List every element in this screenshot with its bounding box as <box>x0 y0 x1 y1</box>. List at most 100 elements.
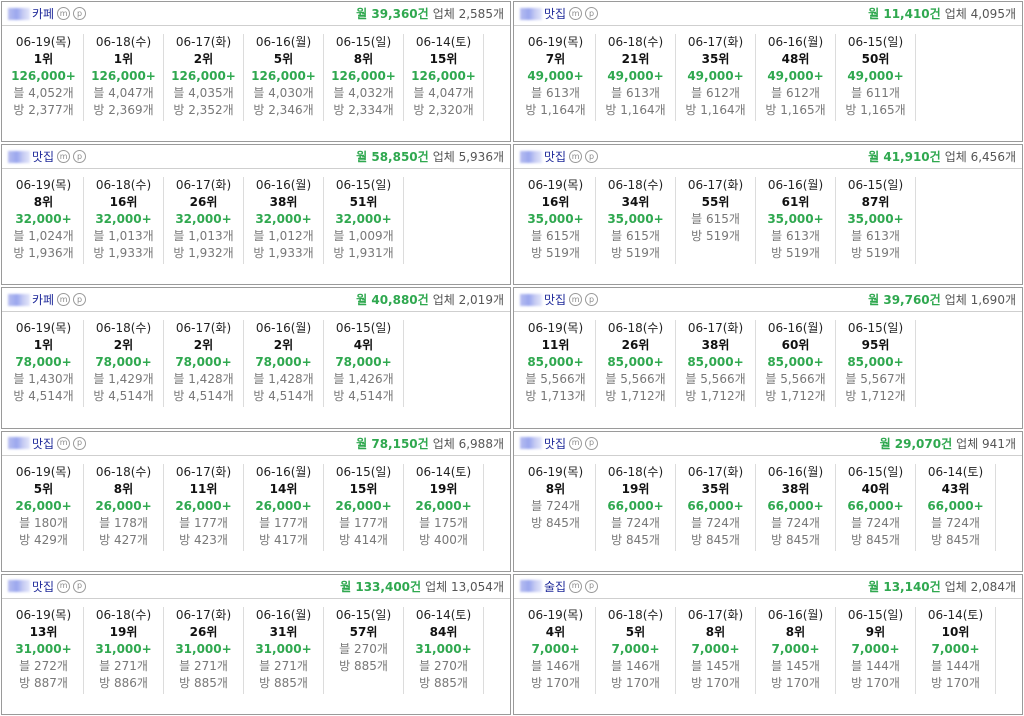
blog-count: 블 146개 <box>611 658 660 673</box>
daily-column: 06-15(일) 9위 7,000+ 블 144개 방 170개 <box>836 606 916 694</box>
daily-column: 06-18(수) 19위 66,000+ 블 724개 방 845개 <box>596 463 676 551</box>
place-card[interactable]: 맛집 m p 월 58,850건 업체 5,936개 06-19(목) 8위 32… <box>1 144 511 286</box>
daily-column: 06-17(화) 8위 7,000+ 블 145개 방 170개 <box>676 606 756 694</box>
daily-column: 06-19(목) 8위 32,000+ 블 1,024개 방 1,936개 <box>4 177 84 265</box>
place-card[interactable]: 맛집 m p 월 133,400건 업체 13,054개 06-19(목) 13위… <box>1 573 511 715</box>
blurred-place-name <box>8 293 30 306</box>
category-label[interactable]: 맛집 <box>544 148 566 165</box>
rank-label: 2위 <box>113 338 134 353</box>
daily-column: 06-18(수) 26위 85,000+ 블 5,566개 방 1,712개 <box>596 320 676 408</box>
price-label: 85,000+ <box>687 355 744 370</box>
blog-count: 블 1,013개 <box>173 229 234 244</box>
blurred-place-name <box>520 293 542 306</box>
daily-column: 06-19(목) 1위 126,000+ 블 4,052개 방 2,377개 <box>4 34 84 121</box>
rank-label: 2위 <box>193 338 214 353</box>
daily-column: 06-19(목) 11위 85,000+ 블 5,566개 방 1,713개 <box>516 320 596 408</box>
mobile-badge-icon[interactable]: m <box>569 436 583 450</box>
category-label[interactable]: 맛집 <box>32 148 54 165</box>
pc-badge-icon[interactable]: p <box>585 436 599 450</box>
pc-badge-icon[interactable]: p <box>73 436 87 450</box>
price-label: 32,000+ <box>95 212 152 227</box>
daily-columns: 06-19(목) 5위 26,000+ 블 180개 방 429개 06-18(… <box>2 456 510 551</box>
pc-badge-icon[interactable]: p <box>585 579 599 593</box>
category-label[interactable]: 카페 <box>32 291 54 308</box>
blog-count: 블 4,047개 <box>93 86 154 100</box>
blog-count: 블 1,012개 <box>253 229 314 244</box>
daily-column: 06-14(토) 15위 126,000+ 블 4,047개 방 2,320개 <box>404 34 484 121</box>
pc-badge-icon[interactable]: p <box>73 150 87 164</box>
date-label: 06-19(목) <box>15 607 72 622</box>
blog-count: 블 1,428개 <box>173 372 234 387</box>
category-label[interactable]: 맛집 <box>544 435 566 452</box>
business-count: 업체 2,585개 <box>432 7 504 21</box>
visitor-count: 방 4,514개 <box>173 389 234 404</box>
mobile-badge-icon[interactable]: m <box>57 150 71 164</box>
visitor-count: 방 1,165개 <box>765 103 826 117</box>
pc-badge-icon[interactable]: p <box>73 579 87 593</box>
mobile-badge-icon[interactable]: m <box>569 7 583 20</box>
place-card[interactable]: 맛집 m p 월 11,410건 업체 4,095개 06-19(목) 7위 49… <box>513 1 1023 143</box>
daily-column: 06-17(화) 38위 85,000+ 블 5,566개 방 1,712개 <box>676 320 756 408</box>
mobile-badge-icon[interactable]: m <box>57 579 71 593</box>
date-label: 06-19(목) <box>527 321 584 336</box>
mobile-badge-icon[interactable]: m <box>569 293 583 307</box>
card-header: 맛집 m p 월 39,760건 업체 1,690개 <box>514 288 1022 313</box>
daily-column: 06-19(목) 4위 7,000+ 블 146개 방 170개 <box>516 606 596 694</box>
pc-badge-icon[interactable]: p <box>585 293 599 307</box>
place-card[interactable]: 맛집 m p 월 39,760건 업체 1,690개 06-19(목) 11위 8… <box>513 287 1023 429</box>
daily-column: 06-17(화) 11위 26,000+ 블 177개 방 423개 <box>164 463 244 551</box>
date-label: 06-19(목) <box>527 464 584 479</box>
price-label: 26,000+ <box>255 498 312 513</box>
mobile-badge-icon[interactable]: m <box>57 7 71 20</box>
price-label: 78,000+ <box>95 355 152 370</box>
place-card[interactable]: 카페 m p 월 40,880건 업체 2,019개 06-19(목) 1위 78… <box>1 287 511 429</box>
daily-column: 06-14(토) 43위 66,000+ 블 724개 방 845개 <box>916 463 996 551</box>
rank-label: 1위 <box>113 52 134 66</box>
visitor-count: 방 427개 <box>99 532 148 547</box>
daily-column: 06-18(수) 5위 7,000+ 블 146개 방 170개 <box>596 606 676 694</box>
date-label: 06-16(월) <box>255 607 312 622</box>
category-label[interactable]: 맛집 <box>544 291 566 308</box>
category-label[interactable]: 술집 <box>544 578 566 595</box>
daily-column: 06-14(토) 10위 7,000+ 블 144개 방 170개 <box>916 606 996 694</box>
visitor-count: 방 1,712개 <box>765 389 826 404</box>
pc-badge-icon[interactable]: p <box>585 7 599 20</box>
visitor-count: 방 170개 <box>931 675 980 690</box>
category-label[interactable]: 맛집 <box>544 5 566 22</box>
visitor-count: 방 885개 <box>339 658 388 673</box>
category-label[interactable]: 맛집 <box>32 435 54 452</box>
category-label[interactable]: 카페 <box>32 5 54 22</box>
visitor-count: 방 414개 <box>339 532 388 547</box>
daily-column: 06-15(일) 40위 66,000+ 블 724개 방 845개 <box>836 463 916 551</box>
price-label: 126,000+ <box>11 69 76 83</box>
mobile-badge-icon[interactable]: m <box>57 436 71 450</box>
place-card[interactable]: 카페 m p 월 39,360건 업체 2,585개 06-19(목) 1위 12… <box>1 1 511 143</box>
card-header: 술집 m p 월 13,140건 업체 2,084개 <box>514 574 1022 599</box>
visitor-count: 방 4,514개 <box>253 389 314 404</box>
place-card[interactable]: 술집 m p 월 13,140건 업체 2,084개 06-19(목) 4위 7,… <box>513 573 1023 715</box>
card-header: 카페 m p 월 40,880건 업체 2,019개 <box>2 288 510 313</box>
mobile-badge-icon[interactable]: m <box>569 150 583 164</box>
place-card[interactable]: 맛집 m p 월 41,910건 업체 6,456개 06-19(목) 16위 3… <box>513 144 1023 286</box>
date-label: 06-18(수) <box>607 464 664 479</box>
price-label: 85,000+ <box>767 355 824 370</box>
rank-label: 1위 <box>33 52 54 66</box>
pc-badge-icon[interactable]: p <box>73 293 87 307</box>
blog-count: 블 146개 <box>531 658 580 673</box>
pc-badge-icon[interactable]: p <box>585 150 599 164</box>
blog-count: 블 1,024개 <box>13 229 74 244</box>
pc-badge-icon[interactable]: p <box>73 7 87 20</box>
place-card[interactable]: 맛집 m p 월 29,070건 업체 941개 06-19(목) 8위 블 72… <box>513 430 1023 572</box>
daily-column: 06-18(수) 21위 49,000+ 블 613개 방 1,164개 <box>596 34 676 121</box>
blog-count: 블 145개 <box>771 658 820 673</box>
date-label: 06-16(월) <box>255 35 312 49</box>
mobile-badge-icon[interactable]: m <box>57 293 71 307</box>
category-label[interactable]: 맛집 <box>32 578 54 595</box>
date-label: 06-17(화) <box>687 607 744 622</box>
visitor-count: 방 519개 <box>771 246 820 261</box>
place-card[interactable]: 맛집 m p 월 78,150건 업체 6,988개 06-19(목) 5위 26… <box>1 430 511 572</box>
blog-count: 블 5,567개 <box>845 372 906 387</box>
visitor-count: 방 845개 <box>851 532 900 547</box>
price-label: 35,000+ <box>607 212 664 227</box>
mobile-badge-icon[interactable]: m <box>569 579 583 593</box>
